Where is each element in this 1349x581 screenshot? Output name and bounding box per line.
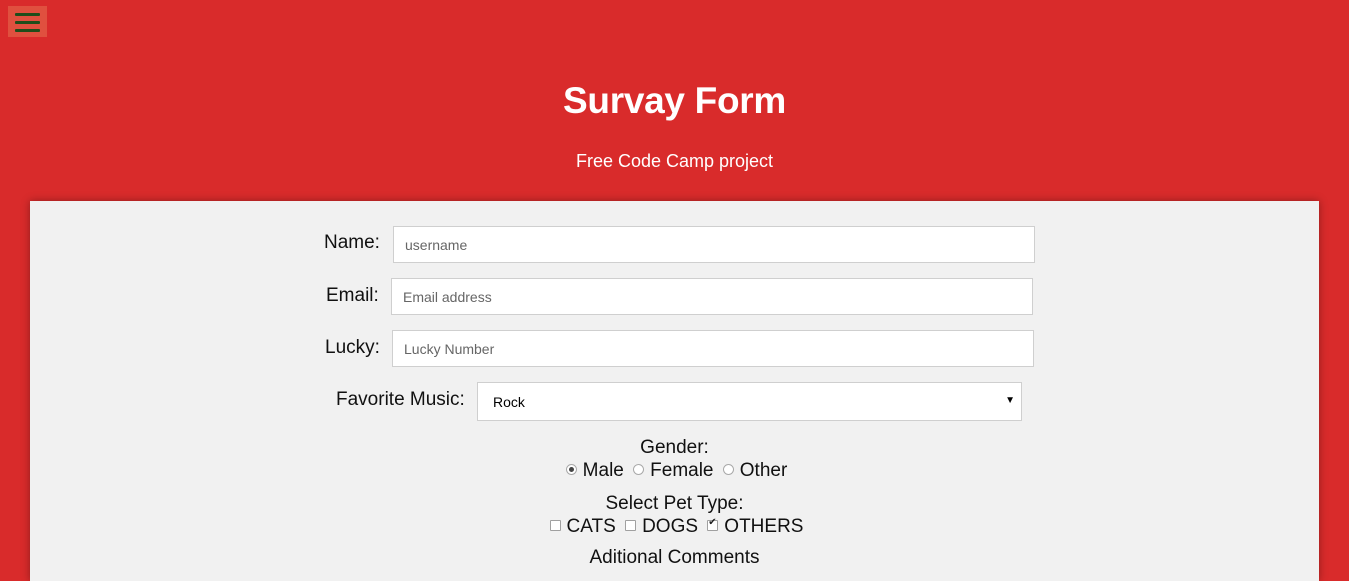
pet-option-label: DOGS xyxy=(642,516,699,537)
pet-option-label: OTHERS xyxy=(724,516,804,537)
gender-radio-female[interactable] xyxy=(633,464,645,475)
lucky-label: Lucky: xyxy=(325,337,380,358)
gender-radio-other[interactable] xyxy=(722,464,734,475)
pet-option-label: CATS xyxy=(566,516,616,537)
music-label: Favorite Music: xyxy=(336,389,465,410)
pet-type-title: Select Pet Type: xyxy=(605,493,744,514)
email-input[interactable] xyxy=(391,278,1033,315)
gender-radio-male[interactable] xyxy=(565,464,577,475)
name-label: Name: xyxy=(324,232,380,253)
hamburger-menu-icon-bar xyxy=(15,29,40,32)
menu-toggle-button[interactable] xyxy=(8,6,47,37)
page-title: Survay Form xyxy=(563,80,786,121)
page-subtitle: Free Code Camp project xyxy=(575,151,774,171)
hamburger-menu-icon xyxy=(15,13,40,16)
pet-checkbox-others[interactable] xyxy=(707,517,719,531)
gender-title: Gender: xyxy=(640,437,709,458)
pet-checkbox-cats[interactable] xyxy=(549,520,561,531)
gender-option-label: Female xyxy=(650,460,714,481)
email-label: Email: xyxy=(326,285,379,306)
gender-options: Male Female Other xyxy=(30,460,1319,482)
favorite-music-select[interactable]: Rock ▼ xyxy=(477,382,1022,421)
gender-option-label: Other xyxy=(739,460,788,481)
name-input[interactable] xyxy=(393,226,1035,263)
comments-title: Aditional Comments xyxy=(589,547,760,568)
dropdown-caret-icon: ▼ xyxy=(1005,395,1015,406)
lucky-number-input[interactable] xyxy=(392,330,1034,367)
pet-type-options: CATS DOGS OTHERS xyxy=(30,516,1319,538)
pet-checkbox-dogs[interactable] xyxy=(625,520,637,531)
hamburger-menu-icon-bar xyxy=(15,21,40,24)
gender-option-label: Male xyxy=(582,460,624,481)
favorite-music-selected-value: Rock xyxy=(493,394,525,410)
survey-form: Name: Email: Lucky: Favorite Music: Rock… xyxy=(30,201,1319,581)
